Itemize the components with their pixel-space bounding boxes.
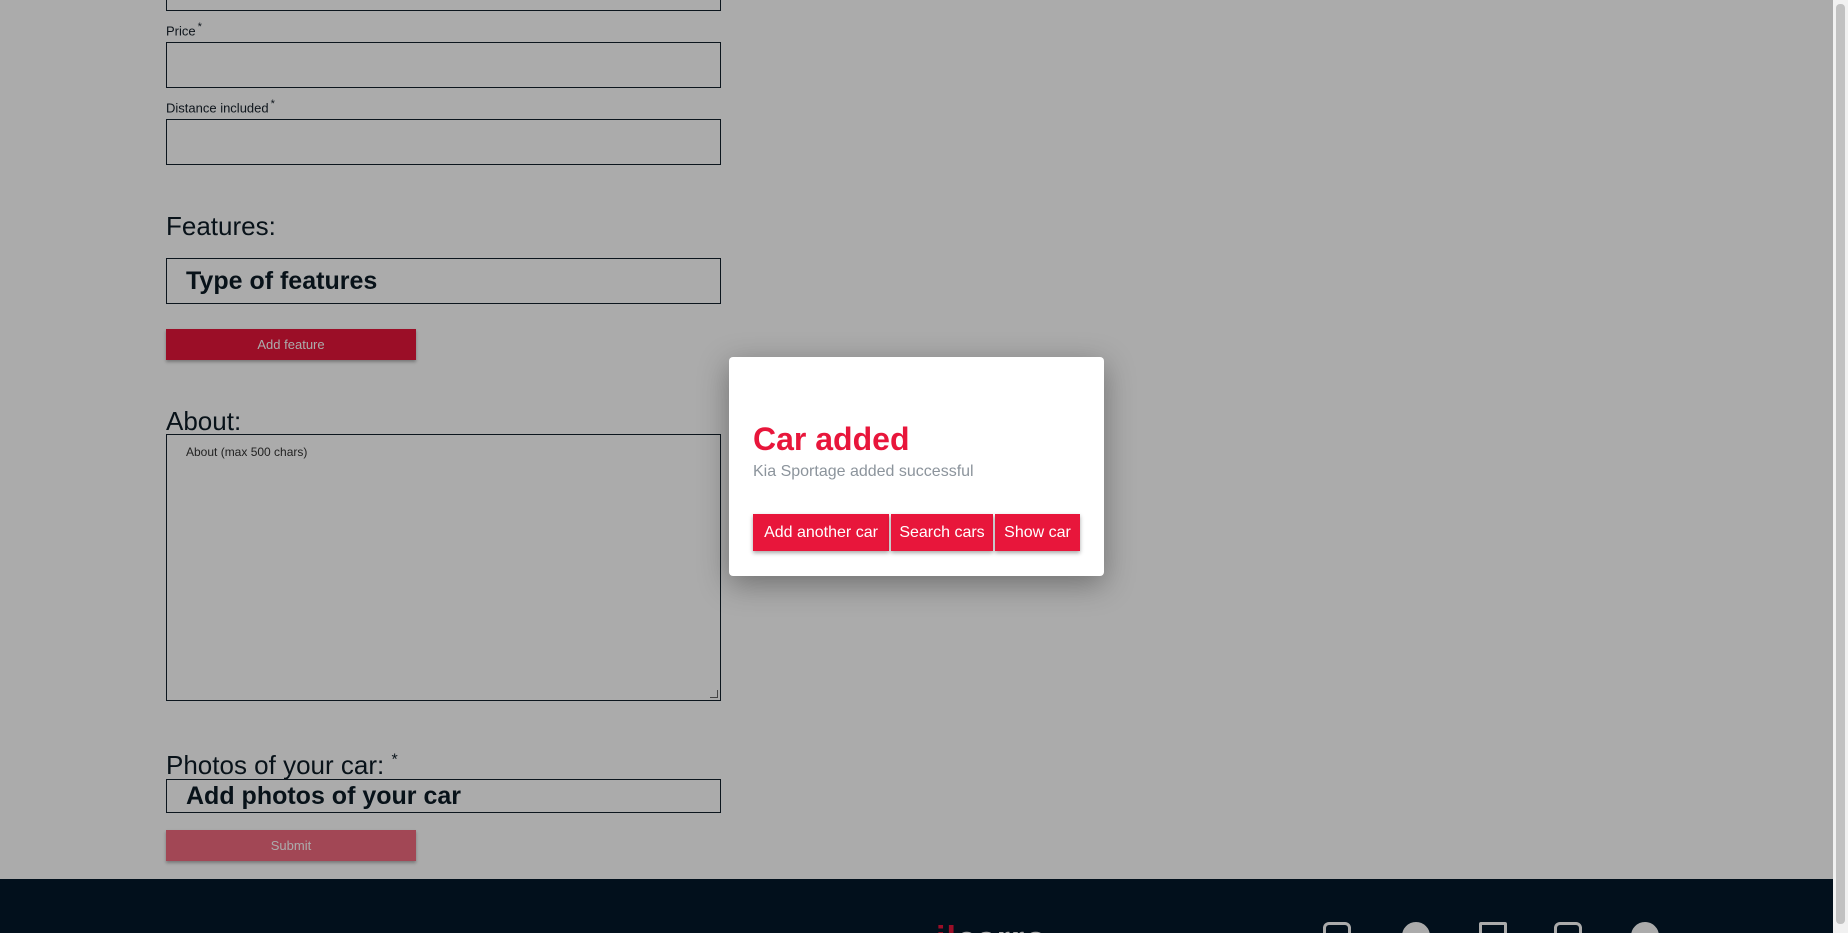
dialog-actions: Add another car Search cars Show car	[753, 514, 1080, 551]
dialog-title: Car added	[753, 421, 910, 457]
dialog-message: Kia Sportage added successful	[753, 463, 974, 480]
car-added-dialog: Car added Kia Sportage added successful …	[729, 357, 1104, 576]
page-scrollbar[interactable]	[1833, 0, 1848, 933]
scrollbar-thumb[interactable]	[1836, 4, 1845, 924]
add-another-car-button[interactable]: Add another car	[753, 514, 889, 551]
show-car-button[interactable]: Show car	[995, 514, 1080, 551]
search-cars-button[interactable]: Search cars	[891, 514, 993, 551]
